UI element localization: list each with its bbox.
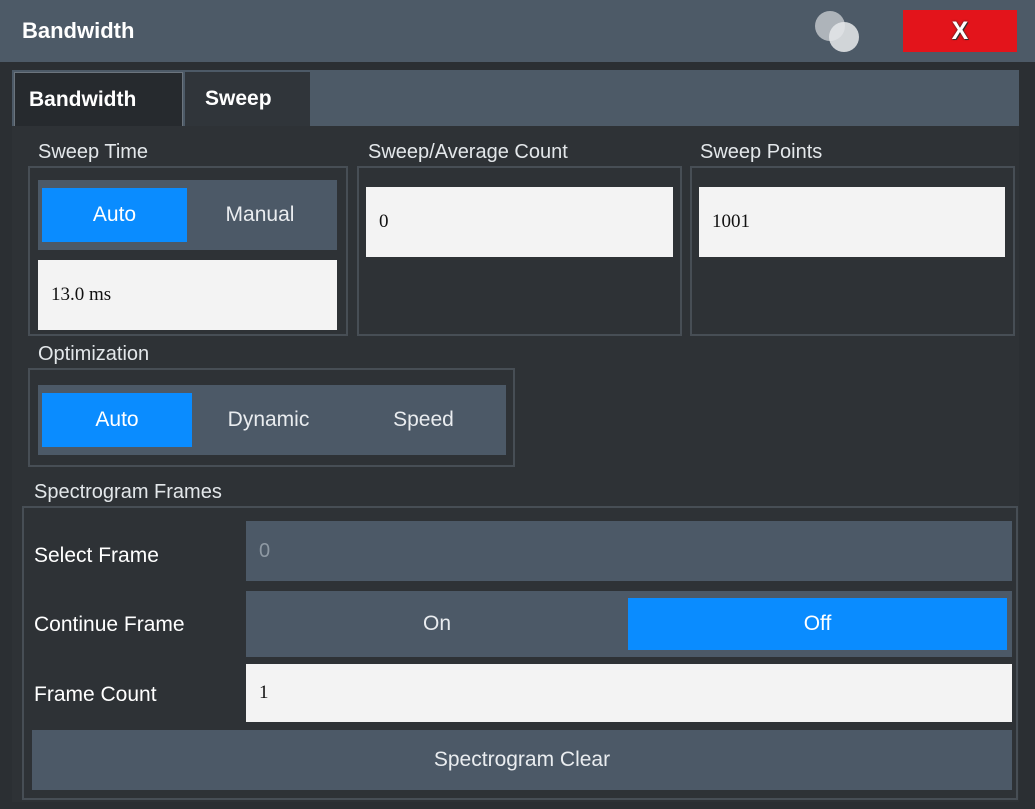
tab-bandwidth[interactable]: Bandwidth (14, 72, 183, 126)
continue-frame-off-button[interactable]: Off (628, 598, 1007, 650)
spectrogram-frames-label: Spectrogram Frames (34, 481, 222, 503)
optimization-toggle: Auto Dynamic Speed (38, 385, 506, 455)
sweep-points-group (690, 166, 1015, 336)
select-frame-label: Select Frame (34, 544, 159, 567)
optimization-group: Auto Dynamic Speed (28, 368, 515, 467)
continue-frame-label: Continue Frame (34, 613, 185, 636)
sweep-points-label: Sweep Points (700, 141, 823, 163)
sweep-time-auto-button[interactable]: Auto (42, 188, 187, 242)
sweep-time-manual-button[interactable]: Manual (187, 188, 333, 242)
spectrogram-clear-button[interactable]: Spectrogram Clear (32, 730, 1012, 790)
sweep-time-label: Sweep Time (38, 141, 149, 163)
spectrogram-frames-group: Select Frame Continue Frame On Off Frame… (22, 506, 1018, 800)
close-button[interactable]: X (903, 10, 1017, 52)
sweep-average-count-label: Sweep/Average Count (368, 141, 568, 163)
sweep-time-input[interactable] (38, 260, 337, 330)
sweep-panel: Sweep Time Auto Manual Sweep/Average Cou… (12, 126, 1019, 802)
sweep-time-group: Auto Manual (28, 166, 348, 336)
tab-bar: Bandwidth Sweep (12, 70, 1019, 126)
frame-count-input[interactable] (246, 664, 1012, 722)
sweep-average-count-input[interactable] (366, 187, 673, 257)
title-bar: Bandwidth X (0, 0, 1035, 62)
bandwidth-dialog: Bandwidth X Bandwidth Sweep Sweep Time A… (0, 0, 1035, 809)
select-frame-field (246, 521, 1012, 581)
continue-frame-on-button[interactable]: On (250, 598, 624, 650)
optimization-speed-button[interactable]: Speed (345, 393, 502, 447)
sweep-time-mode-toggle: Auto Manual (38, 180, 337, 250)
tab-sweep[interactable]: Sweep (185, 72, 310, 126)
dialog-title: Bandwidth (22, 18, 135, 43)
continue-frame-toggle: On Off (246, 591, 1012, 657)
sweep-points-input[interactable] (699, 187, 1005, 257)
overlapping-circles-icon[interactable] (806, 6, 868, 56)
optimization-auto-button[interactable]: Auto (42, 393, 192, 447)
frame-count-label: Frame Count (34, 683, 157, 706)
sweep-average-count-group (357, 166, 682, 336)
optimization-dynamic-button[interactable]: Dynamic (192, 393, 345, 447)
optimization-label: Optimization (38, 343, 150, 365)
